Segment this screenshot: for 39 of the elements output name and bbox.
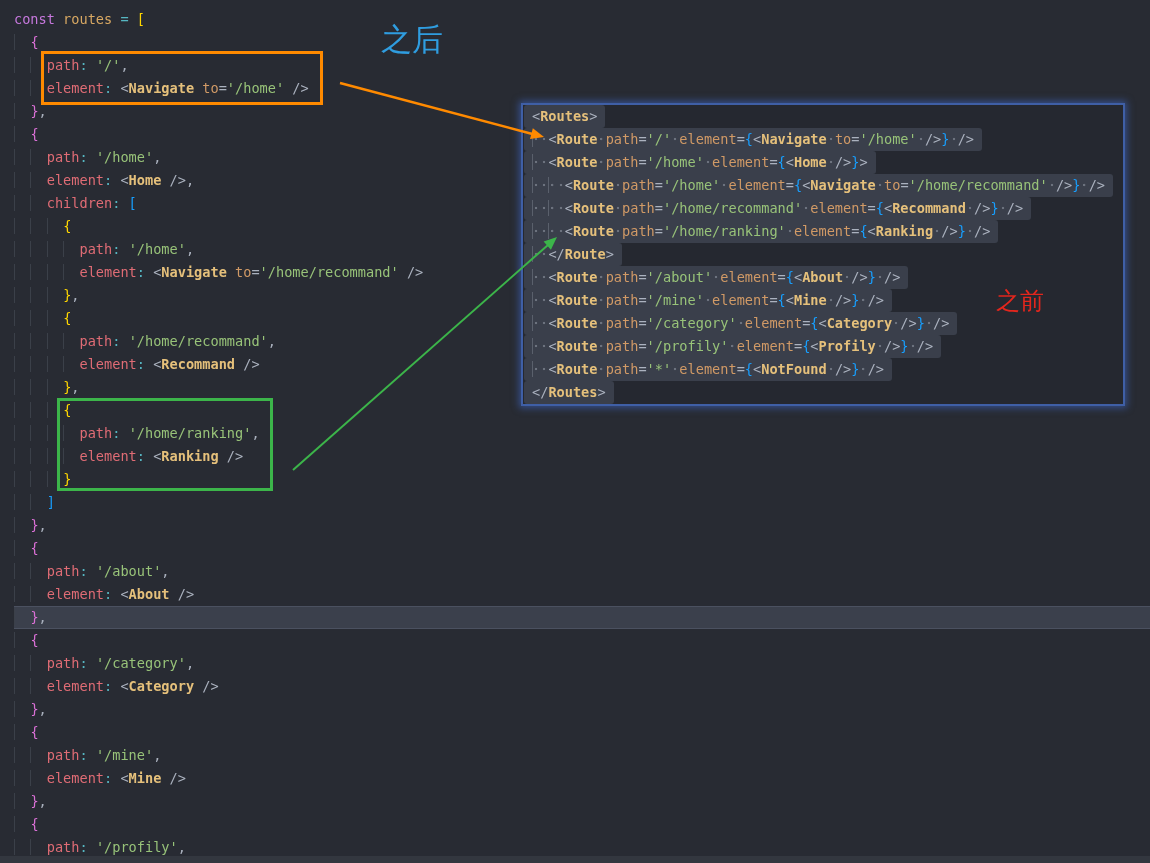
code-line: element: <Ranking /> bbox=[79, 448, 244, 464]
code-line: { bbox=[63, 218, 72, 234]
code-line: path: '/home/ranking', bbox=[79, 425, 260, 441]
code-line: path: '/home/recommand', bbox=[79, 333, 276, 349]
code-line: path: '/home', bbox=[46, 149, 162, 165]
code-line: { bbox=[30, 816, 39, 832]
code-line: }, bbox=[30, 609, 47, 625]
code-line: children: [ bbox=[46, 195, 137, 211]
code-line: element: <Mine /> bbox=[46, 770, 186, 786]
code-line: element: <About /> bbox=[46, 586, 195, 602]
code-line: path: '/about', bbox=[46, 563, 170, 579]
code-line: path: '/', bbox=[46, 57, 129, 73]
code-line: { bbox=[30, 724, 39, 740]
code-line: }, bbox=[30, 701, 47, 717]
code-line: }, bbox=[30, 103, 47, 119]
code-line: path: '/category', bbox=[46, 655, 195, 671]
code-line: { bbox=[30, 34, 39, 50]
code-line: }, bbox=[63, 287, 80, 303]
code-line: element: <Category /> bbox=[46, 678, 219, 694]
annotation-label: 之后 bbox=[381, 24, 443, 55]
code-line: { bbox=[63, 310, 72, 326]
code-line: { bbox=[63, 402, 72, 418]
code-line: element: <Recommand /> bbox=[79, 356, 260, 372]
code-line: path: '/mine', bbox=[46, 747, 162, 763]
code-line: path: '/home', bbox=[79, 241, 195, 257]
code-line: const routes = [ bbox=[14, 11, 145, 27]
code-line: element: <Home />, bbox=[46, 172, 195, 188]
code-line: { bbox=[30, 126, 39, 142]
code-line: { bbox=[30, 632, 39, 648]
code-line: element: <Navigate to='/home/recommand' /> bbox=[79, 264, 424, 280]
code-line: path: '/profily', bbox=[46, 839, 186, 855]
code-line: ] bbox=[46, 494, 55, 510]
code-line: }, bbox=[63, 379, 80, 395]
annotation-label: 之前 bbox=[996, 289, 1044, 313]
code-line: } bbox=[63, 471, 72, 487]
code-line: }, bbox=[30, 517, 47, 533]
code-line: element: <Navigate to='/home' /> bbox=[46, 80, 309, 96]
code-line: { bbox=[30, 540, 39, 556]
code-line: }, bbox=[30, 793, 47, 809]
